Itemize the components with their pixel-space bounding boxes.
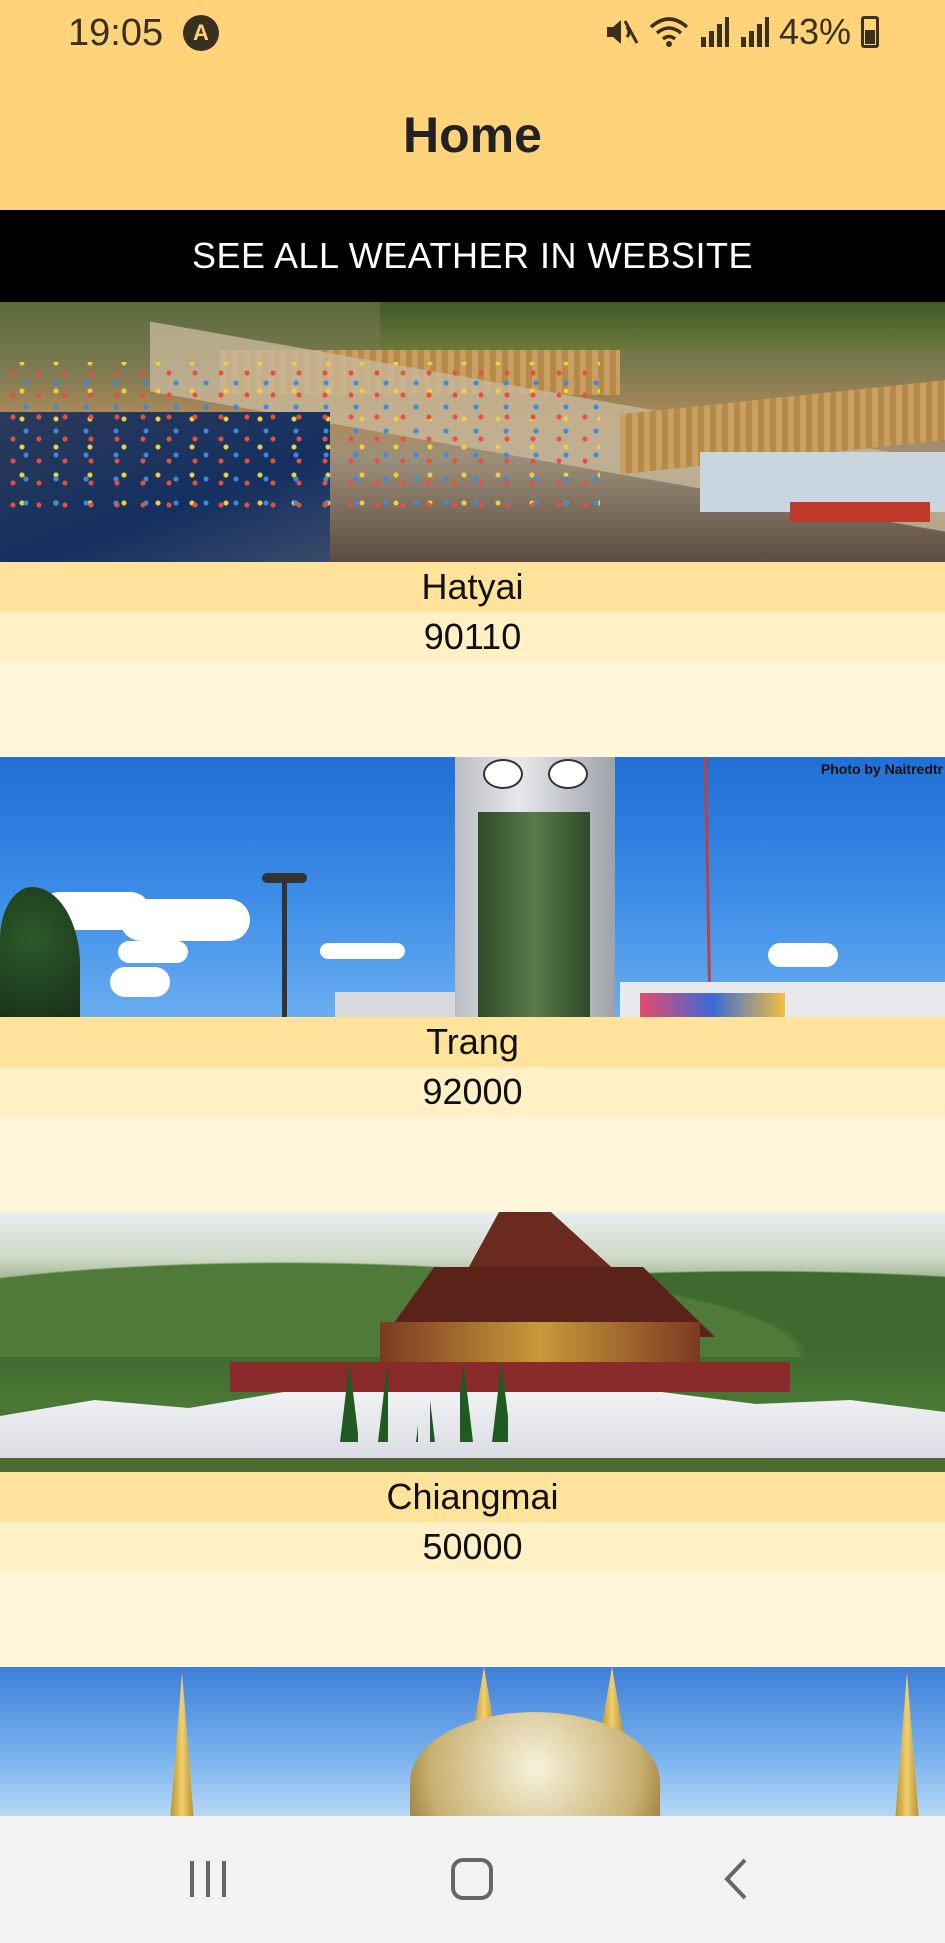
city-card-chiangmai[interactable]: Chiangmai 50000	[0, 1212, 945, 1667]
golden-temple-photo	[0, 1667, 945, 1817]
home-icon	[451, 1858, 493, 1900]
status-bar: 19:05 A 43%	[0, 0, 945, 66]
screen: 19:05 A 43% Home SEE ALL WEATHER IN WEBS…	[0, 0, 945, 1943]
recents-icon	[190, 1861, 226, 1897]
city-card-trang[interactable]: Photo by Naitredtr Trang 92000	[0, 757, 945, 1212]
photo-credit: Photo by Naitredtr	[820, 761, 943, 777]
see-all-weather-button[interactable]: SEE ALL WEATHER IN WEBSITE	[0, 210, 945, 302]
battery-icon	[861, 16, 879, 48]
city-card-hatyai[interactable]: Hatyai 90110	[0, 302, 945, 757]
floating-market-photo	[0, 302, 945, 562]
recents-button[interactable]	[148, 1844, 268, 1914]
status-time: 19:05	[68, 12, 164, 54]
city-list: Hatyai 90110 Photo by Naitredtr Trang 92…	[0, 302, 945, 1817]
a-circle-icon: A	[183, 15, 219, 51]
back-button[interactable]	[677, 1844, 797, 1914]
signal-icon	[700, 17, 729, 47]
city-postcode: 50000	[0, 1522, 945, 1572]
app-bar: Home	[0, 66, 945, 210]
city-card-partial[interactable]	[0, 1667, 945, 1817]
signal-icon	[740, 17, 769, 47]
home-button[interactable]	[412, 1844, 532, 1914]
royal-pavilion-photo	[0, 1212, 945, 1472]
city-name: Chiangmai	[0, 1472, 945, 1522]
navigation-bar	[0, 1816, 945, 1943]
city-postcode: 92000	[0, 1067, 945, 1117]
city-name: Trang	[0, 1017, 945, 1067]
mute-icon	[606, 20, 639, 44]
city-name: Hatyai	[0, 562, 945, 612]
wifi-icon	[649, 17, 689, 47]
back-icon	[724, 1858, 747, 1900]
clock-tower-photo: Photo by Naitredtr	[0, 757, 945, 1017]
battery-percentage: 43%	[778, 11, 851, 52]
city-postcode: 90110	[0, 612, 945, 662]
status-icons: 43%	[603, 11, 879, 52]
page-title: Home	[403, 107, 542, 163]
